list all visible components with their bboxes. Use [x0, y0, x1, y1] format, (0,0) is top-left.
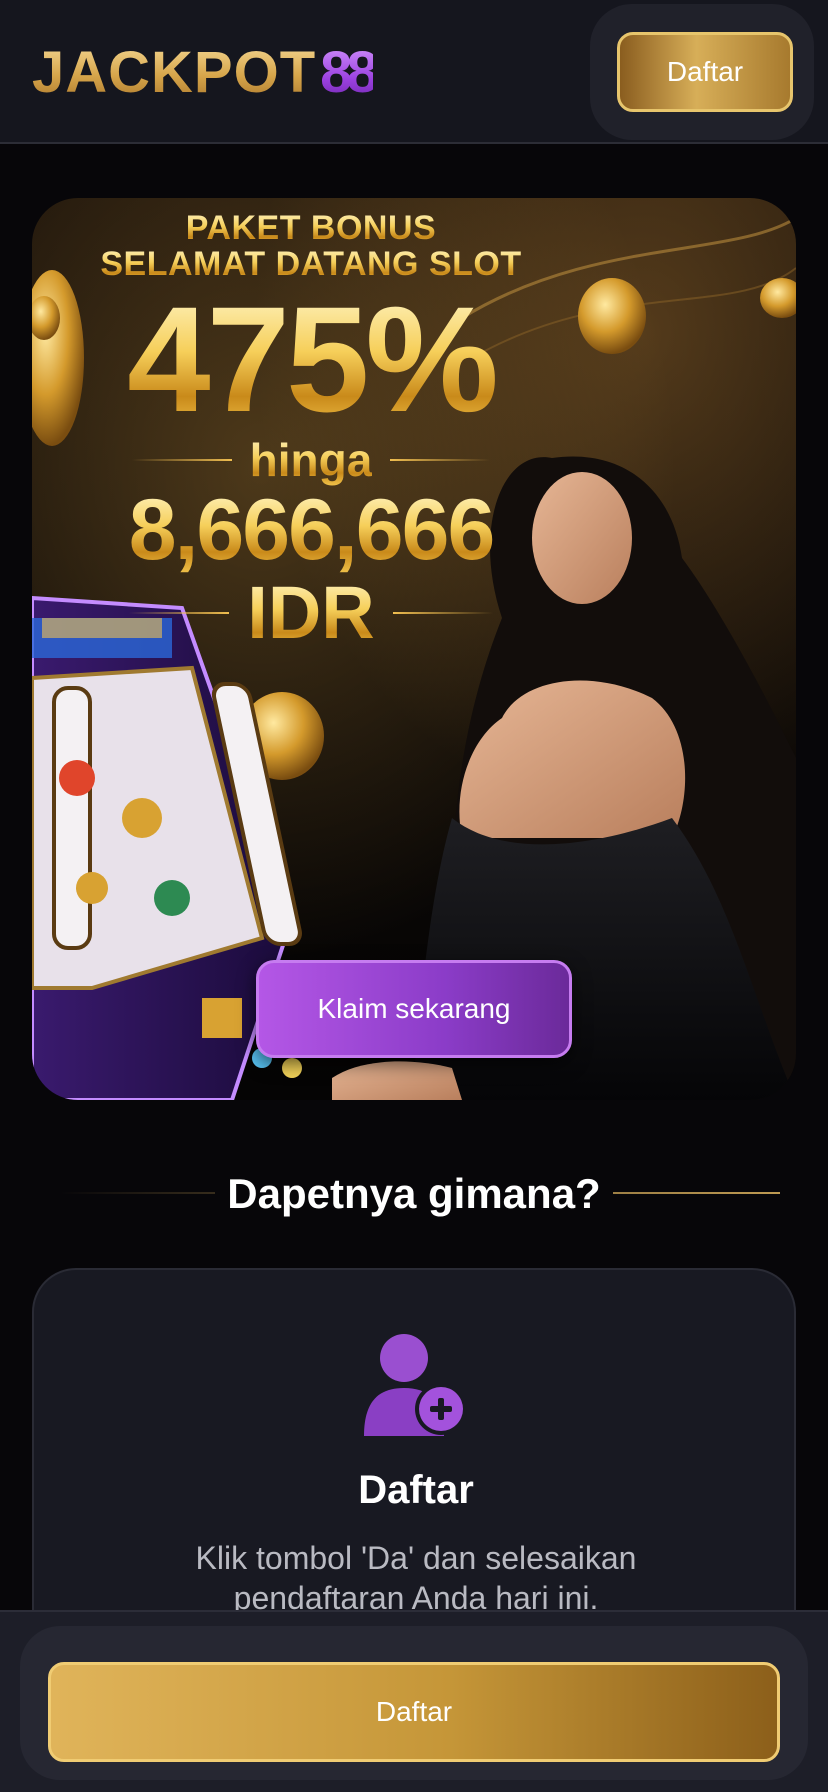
bottom-register-button[interactable]: Daftar [48, 1662, 780, 1762]
bottom-bar-container: Daftar [20, 1626, 808, 1780]
bottom-action-bar: Daftar [0, 1610, 828, 1792]
page: JACKPOT 88 Daftar PAKET BONUS SELAMAT DA… [0, 0, 828, 1792]
promo-banner[interactable]: PAKET BONUS SELAMAT DATANG SLOT 475% hin… [32, 198, 796, 1100]
promo-currency-row: IDR [96, 574, 526, 652]
promo-heading-line1: PAKET BONUS [96, 210, 526, 246]
user-plus-icon [364, 1334, 467, 1436]
divider-line [390, 459, 491, 461]
promo-currency: IDR [247, 571, 375, 654]
jackpot88-logo[interactable]: JACKPOT 88 [32, 39, 379, 105]
promo-percent: 475% [96, 284, 526, 434]
step-description: Klik tombol 'Da' dan selesaikan pendafta… [195, 1540, 637, 1616]
claim-now-button[interactable]: Klaim sekarang [256, 960, 572, 1058]
header-register-button[interactable]: Daftar [617, 32, 793, 112]
logo-word: JACKPOT [32, 39, 317, 105]
divider-line [392, 612, 493, 614]
step-title: Daftar [358, 1468, 474, 1512]
logo-number: 88 [320, 39, 378, 105]
promo-connector: hinga [249, 434, 373, 486]
header-button-container: Daftar [590, 4, 814, 140]
promo-amount: 8,666,666 [96, 486, 526, 574]
section-title: Dapetnya gimana? [0, 1166, 828, 1222]
how-to-section-heading: Dapetnya gimana? [0, 1166, 828, 1226]
promo-text: PAKET BONUS SELAMAT DATANG SLOT 475% hin… [96, 210, 526, 652]
section-title-text: Dapetnya gimana? [215, 1170, 613, 1217]
top-header: JACKPOT 88 Daftar [0, 0, 828, 144]
divider-line [129, 612, 230, 614]
divider-line [131, 459, 232, 461]
